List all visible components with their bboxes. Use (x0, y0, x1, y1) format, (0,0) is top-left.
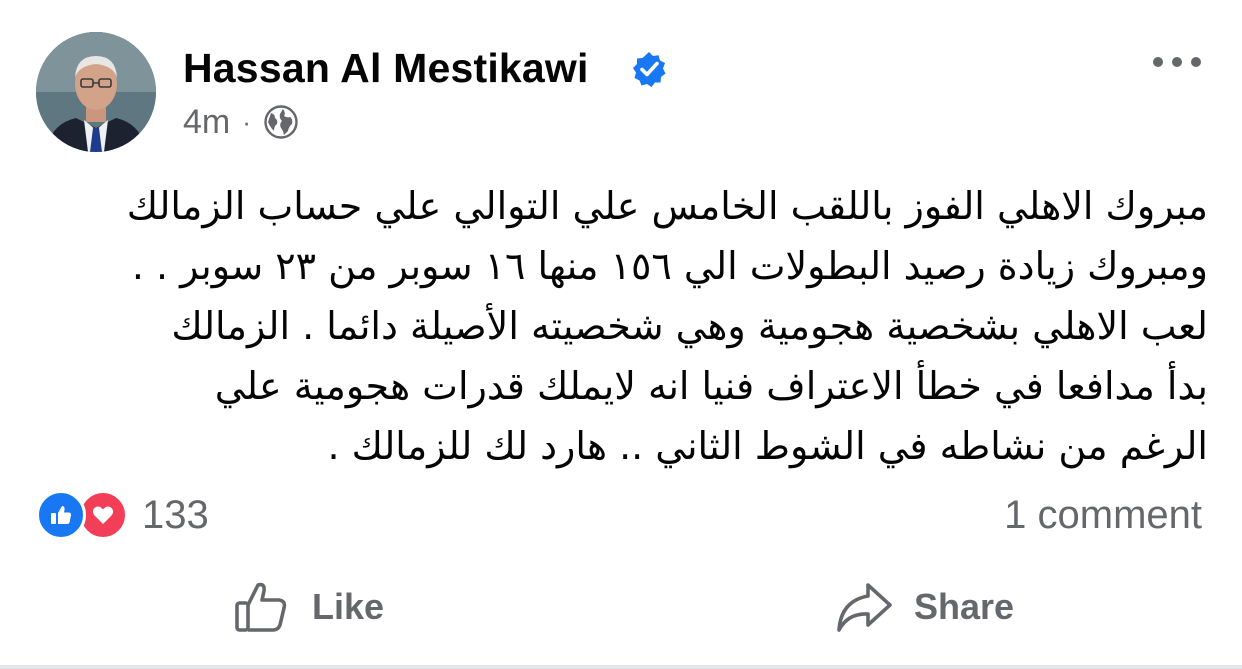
meta-separator: · (242, 106, 251, 137)
comment-count-link[interactable]: 1 comment (1004, 488, 1202, 542)
thumbs-up-icon (235, 582, 287, 632)
author-name[interactable]: Hassan Al Mestikawi (183, 40, 589, 96)
verified-badge-icon (633, 52, 666, 87)
share-button[interactable]: Share (834, 574, 1014, 640)
more-options-icon[interactable] (1150, 50, 1204, 74)
post-text-line: لعب الاهلي بشخصية هجومية وهي شخصيته الأص… (171, 304, 1208, 348)
post-text-line: مبروك الاهلي الفوز باللقب الخامس علي الت… (126, 184, 1208, 228)
share-label: Share (914, 586, 1015, 627)
post-text: مبروك الاهلي الفوز باللقب الخامس علي الت… (36, 176, 1208, 476)
profile-photo (36, 32, 156, 152)
post-meta: 4m · (183, 98, 299, 146)
post-text-line: ومبروك زيادة رصيد البطولات الي ١٥٦ منها … (131, 244, 1208, 288)
post-text-line: بدأ مدافعا في خطأ الاعتراف فنيا انه لايم… (214, 364, 1208, 408)
like-button[interactable]: Like (232, 574, 384, 640)
bottom-divider (0, 665, 1242, 669)
globe-icon (264, 105, 298, 139)
author-avatar[interactable] (36, 32, 156, 152)
reaction-count: 133 (142, 492, 209, 537)
post-timestamp[interactable]: 4m (183, 103, 230, 142)
reactions-summary[interactable]: 133 (36, 488, 209, 542)
like-label: Like (312, 586, 385, 627)
like-reaction-icon (36, 490, 86, 540)
share-arrow-icon (837, 583, 892, 632)
post-text-line: الرغم من نشاطه في الشوط الثاني .. هارد ل… (327, 424, 1208, 468)
facebook-post: Hassan Al Mestikawi 4m · مبروك الاهلي ال… (0, 0, 1242, 669)
